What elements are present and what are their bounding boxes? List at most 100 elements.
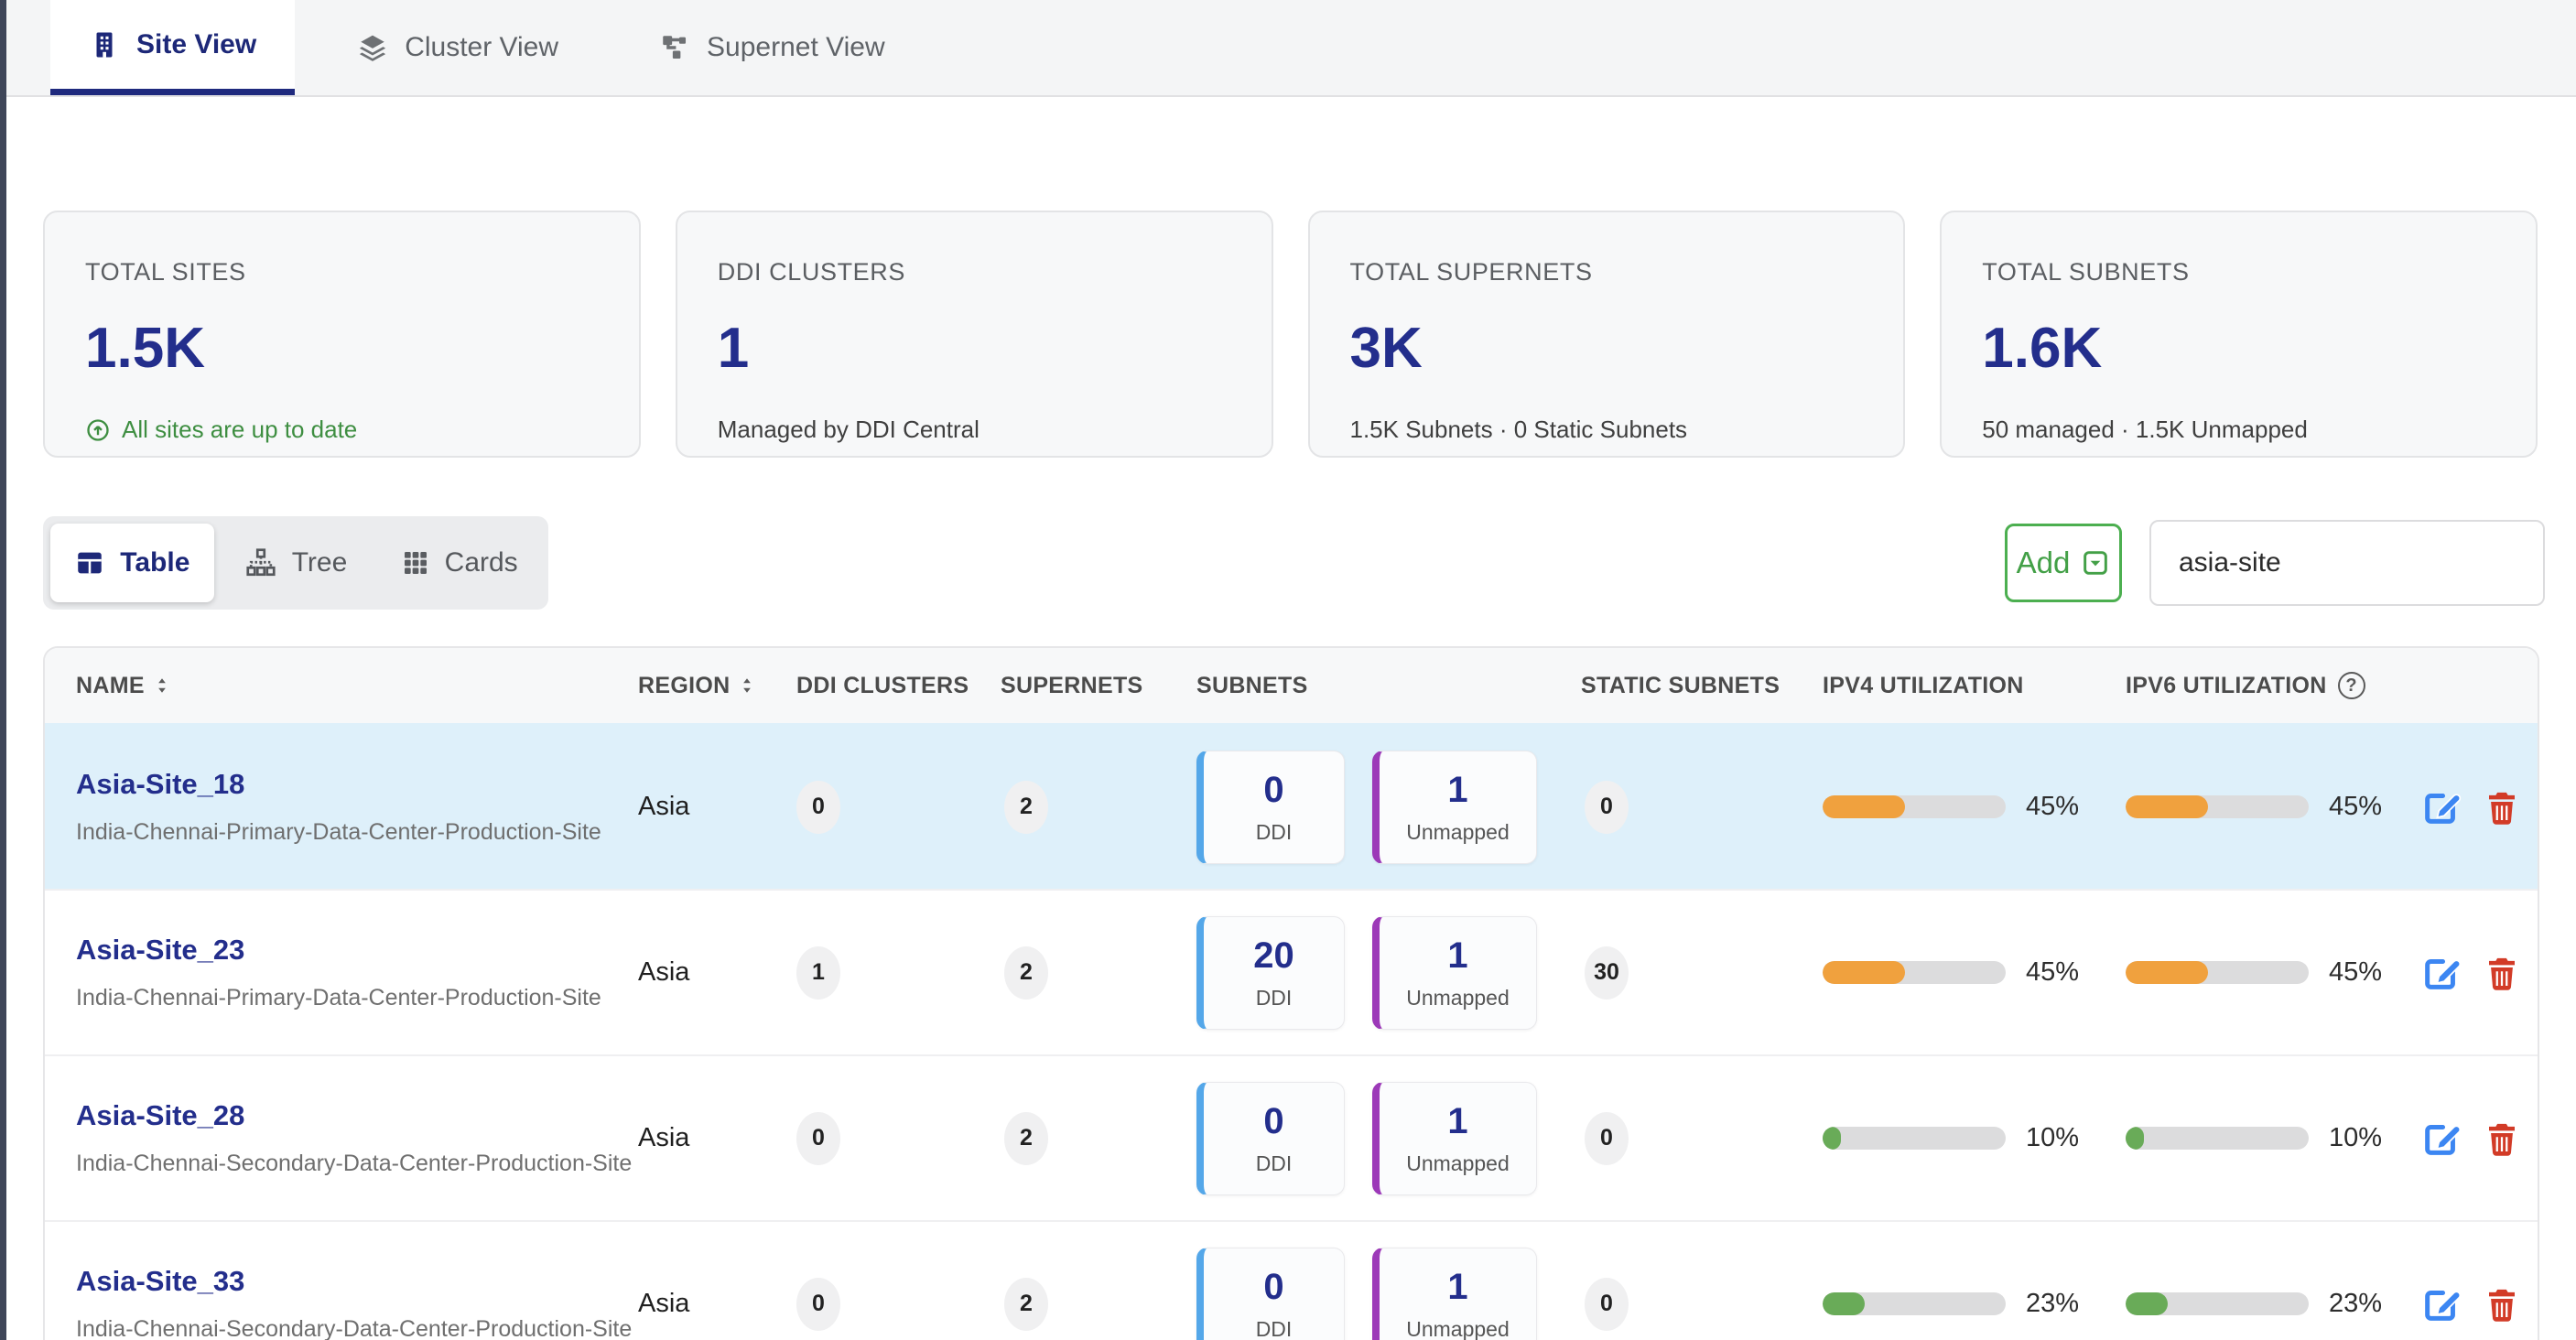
ipv4-utilization-cell: 45% xyxy=(1823,792,2126,822)
stat-card-total-sites: TOTAL SITES 1.5K All sites are up to dat… xyxy=(43,211,641,458)
view-toggle-cards[interactable]: Cards xyxy=(377,524,541,602)
static-subnets-badge: 0 xyxy=(1585,1112,1629,1165)
region-cell: Asia xyxy=(638,1289,796,1319)
ipv6-utilization-cell: 10% xyxy=(2126,1123,2409,1153)
search-input[interactable] xyxy=(2149,520,2545,606)
column-label: IPV4 UTILIZATION xyxy=(1823,673,2024,699)
supernets-badge: 2 xyxy=(1004,1278,1048,1331)
column-header-supernets: SUPERNETS xyxy=(1001,673,1196,699)
subnets-cell: 20 DDI 1 Unmapped xyxy=(1196,916,1581,1030)
view-toggle-table[interactable]: Table xyxy=(50,524,214,602)
trash-icon xyxy=(2483,786,2521,828)
ipv6-utilization-bar xyxy=(2126,1127,2309,1150)
ipv4-utilization-bar xyxy=(1823,1292,2006,1315)
subnet-unmapped-card: 1 Unmapped xyxy=(1372,1082,1537,1195)
ddi-clusters-cell: 0 xyxy=(796,781,1001,834)
ipv6-utilization-cell: 45% xyxy=(2126,957,2409,988)
ipv4-utilization-value: 45% xyxy=(2026,957,2079,988)
site-name-link[interactable]: Asia-Site_18 xyxy=(76,768,638,801)
ddi-clusters-badge: 0 xyxy=(796,1112,840,1165)
ipv6-utilization-value: 45% xyxy=(2329,792,2382,822)
table-row[interactable]: Asia-Site_23 India-Chennai-Primary-Data-… xyxy=(45,889,2538,1054)
cards-view-icon xyxy=(401,548,430,578)
static-subnets-cell: 0 xyxy=(1585,1278,1823,1331)
edit-button[interactable] xyxy=(2420,1118,2462,1160)
layers-icon xyxy=(357,32,388,63)
table-row[interactable]: Asia-Site_28 India-Chennai-Secondary-Dat… xyxy=(45,1054,2538,1220)
supernets-cell: 2 xyxy=(1004,781,1196,834)
ipv4-utilization-bar xyxy=(1823,1127,2006,1150)
view-mode-toggle: Table Tree xyxy=(43,516,548,610)
ipv4-utilization-fill xyxy=(1823,1127,1841,1150)
column-label: STATIC SUBNETS xyxy=(1581,673,1780,699)
ipv4-utilization-fill xyxy=(1823,961,1905,984)
add-button-label: Add xyxy=(2017,546,2071,580)
view-toggle-tree[interactable]: Tree xyxy=(214,524,378,602)
column-header-region[interactable]: REGION xyxy=(638,673,796,699)
subnet-unmapped-count: 1 xyxy=(1447,770,1467,811)
view-toggle-label: Table xyxy=(120,547,189,578)
edit-button[interactable] xyxy=(2420,786,2462,828)
tab-supernet-view[interactable]: Supernet View xyxy=(621,0,924,95)
supernets-badge: 2 xyxy=(1004,1112,1048,1165)
dropdown-box-icon xyxy=(2081,548,2110,578)
tab-cluster-view[interactable]: Cluster View xyxy=(319,0,597,95)
site-name-link[interactable]: Asia-Site_33 xyxy=(76,1265,638,1298)
stat-value: 1 xyxy=(718,316,1231,381)
supernets-badge: 2 xyxy=(1004,781,1048,834)
tab-label: Supernet View xyxy=(707,32,885,63)
table-row[interactable]: Asia-Site_33 India-Chennai-Secondary-Dat… xyxy=(45,1220,2538,1340)
stat-title: TOTAL SUBNETS xyxy=(1982,258,2495,286)
add-button[interactable]: Add xyxy=(2005,524,2122,602)
region-cell: Asia xyxy=(638,957,796,988)
site-name-link[interactable]: Asia-Site_23 xyxy=(76,934,638,967)
ddi-clusters-badge: 1 xyxy=(796,946,840,1000)
stat-value: 1.6K xyxy=(1982,316,2495,381)
delete-button[interactable] xyxy=(2483,952,2521,994)
view-toggle-label: Cards xyxy=(445,547,518,578)
delete-button[interactable] xyxy=(2483,1118,2521,1160)
stat-subtext: 1.5K Subnets · 0 Static Subnets xyxy=(1350,416,1864,444)
site-description: India-Chennai-Secondary-Data-Center-Prod… xyxy=(76,1316,638,1340)
delete-button[interactable] xyxy=(2483,786,2521,828)
stat-subtext: All sites are up to date xyxy=(85,416,599,444)
subnet-ddi-label: DDI xyxy=(1256,986,1293,1010)
stat-title: TOTAL SITES xyxy=(85,258,599,286)
table-row[interactable]: Asia-Site_18 India-Chennai-Primary-Data-… xyxy=(45,723,2538,889)
tab-site-view[interactable]: Site View xyxy=(50,0,295,95)
supernets-cell: 2 xyxy=(1004,946,1196,1000)
edit-icon xyxy=(2420,1118,2462,1160)
site-name-cell: Asia-Site_33 India-Chennai-Secondary-Dat… xyxy=(45,1265,638,1340)
sites-table: NAME REGION DDI CLUSTERS SUPERNETS SUBNE… xyxy=(43,646,2539,1340)
ipv4-utilization-value: 10% xyxy=(2026,1123,2079,1153)
stat-title: DDI CLUSTERS xyxy=(718,258,1231,286)
delete-button[interactable] xyxy=(2483,1283,2521,1325)
subnet-unmapped-count: 1 xyxy=(1447,1267,1467,1308)
trash-icon xyxy=(2483,1118,2521,1160)
static-subnets-badge: 0 xyxy=(1585,781,1629,834)
ipv4-utilization-cell: 10% xyxy=(1823,1123,2126,1153)
edit-button[interactable] xyxy=(2420,952,2462,994)
edit-button[interactable] xyxy=(2420,1283,2462,1325)
static-subnets-cell: 30 xyxy=(1585,946,1823,1000)
toolbar: Table Tree xyxy=(43,516,2545,610)
subnet-unmapped-count: 1 xyxy=(1447,935,1467,977)
ddi-clusters-cell: 0 xyxy=(796,1112,1001,1165)
subnets-cell: 0 DDI 1 Unmapped xyxy=(1196,1248,1581,1340)
column-label: SUPERNETS xyxy=(1001,673,1143,699)
column-label: SUBNETS xyxy=(1196,673,1308,699)
ipv4-utilization-cell: 23% xyxy=(1823,1289,2126,1319)
static-subnets-badge: 0 xyxy=(1585,1278,1629,1331)
ipv6-utilization-bar xyxy=(2126,961,2309,984)
ddi-clusters-badge: 0 xyxy=(796,781,840,834)
supernet-icon xyxy=(659,32,690,63)
subnet-unmapped-label: Unmapped xyxy=(1406,1151,1510,1176)
help-icon[interactable]: ? xyxy=(2338,672,2365,699)
column-header-name[interactable]: NAME xyxy=(45,673,638,699)
tab-label: Site View xyxy=(136,29,256,60)
ipv4-utilization-fill xyxy=(1823,795,1905,818)
ipv6-utilization-fill xyxy=(2126,961,2208,984)
ipv6-utilization-value: 10% xyxy=(2329,1123,2382,1153)
ipv4-utilization-bar xyxy=(1823,961,2006,984)
site-name-link[interactable]: Asia-Site_28 xyxy=(76,1099,638,1132)
